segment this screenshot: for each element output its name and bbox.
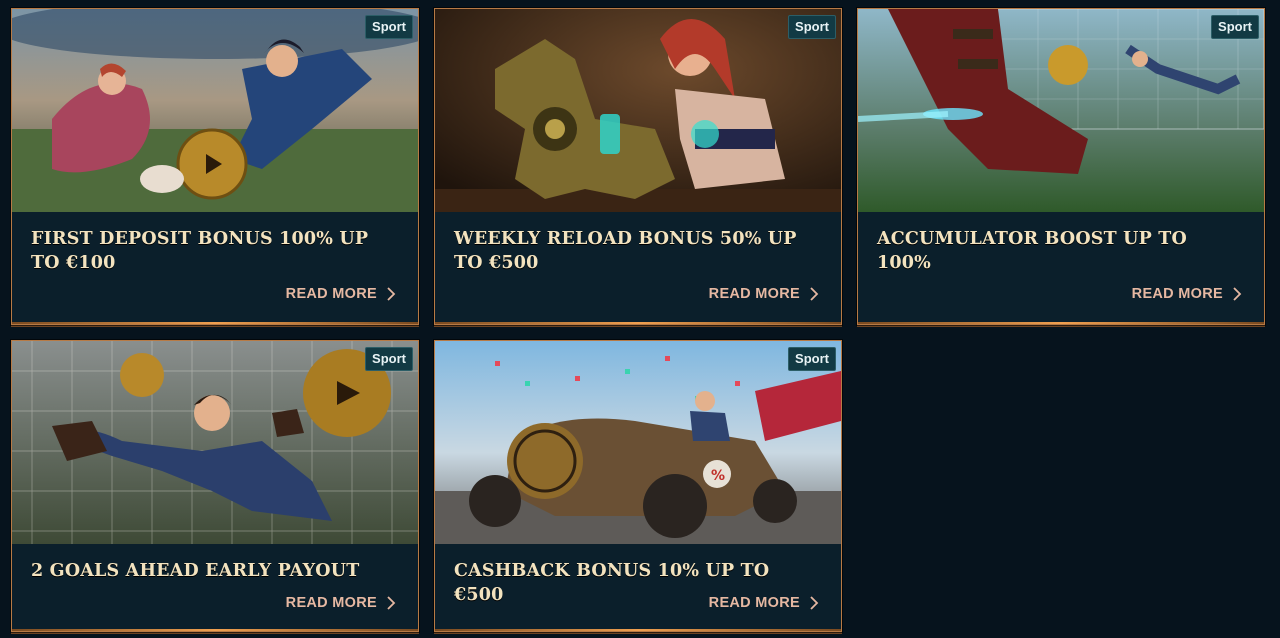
read-more-link[interactable]: READ MORE — [709, 286, 819, 302]
promotions-grid: Sport First Deposit Bonus 100% up to €10… — [0, 0, 1280, 638]
promo-image-race-car: % — [435, 341, 841, 544]
promo-image-goalkeeper — [12, 341, 418, 544]
promo-card-cashback[interactable]: % Sport Cashback Bonus 10% up to €500 RE… — [434, 340, 842, 632]
svg-text:%: % — [711, 468, 725, 484]
promo-image-stadium-players — [12, 9, 418, 212]
category-badge: Sport — [365, 347, 413, 371]
read-more-link[interactable]: READ MORE — [709, 595, 819, 611]
promo-image-boot-kick — [858, 9, 1264, 212]
read-more-label: READ MORE — [285, 286, 377, 302]
promo-card-weekly-reload[interactable]: Sport Weekly Reload Bonus 50% up to €500… — [434, 8, 842, 325]
category-badge: Sport — [365, 15, 413, 39]
read-more-link[interactable]: READ MORE — [1132, 286, 1242, 302]
chevron-right-icon — [810, 287, 819, 301]
category-badge: Sport — [788, 15, 836, 39]
promo-image-robot-dog — [435, 9, 841, 212]
read-more-link[interactable]: READ MORE — [286, 286, 396, 302]
chevron-right-icon — [810, 596, 819, 610]
read-more-label: READ MORE — [1131, 286, 1223, 302]
category-badge: Sport — [788, 347, 836, 371]
read-more-label: READ MORE — [708, 286, 800, 302]
read-more-label: READ MORE — [708, 595, 800, 611]
read-more-link[interactable]: READ MORE — [286, 595, 396, 611]
promo-title: Accumulator Boost up to 100% — [877, 229, 1187, 273]
chevron-right-icon — [1233, 287, 1242, 301]
promo-card-accumulator-boost[interactable]: Sport Accumulator Boost up to 100% READ … — [857, 8, 1265, 325]
promo-title: 2 Goals Ahead Early Payout — [31, 561, 360, 581]
promo-title: Weekly Reload Bonus 50% up to €500 — [454, 229, 797, 273]
promo-card-early-payout[interactable]: Sport 2 Goals Ahead Early Payout READ MO… — [11, 340, 419, 632]
promo-card-first-deposit[interactable]: Sport First Deposit Bonus 100% up to €10… — [11, 8, 419, 325]
chevron-right-icon — [387, 596, 396, 610]
category-badge: Sport — [1211, 15, 1259, 39]
read-more-label: READ MORE — [285, 595, 377, 611]
promo-title: First Deposit Bonus 100% up to €100 — [31, 229, 369, 273]
chevron-right-icon — [387, 287, 396, 301]
